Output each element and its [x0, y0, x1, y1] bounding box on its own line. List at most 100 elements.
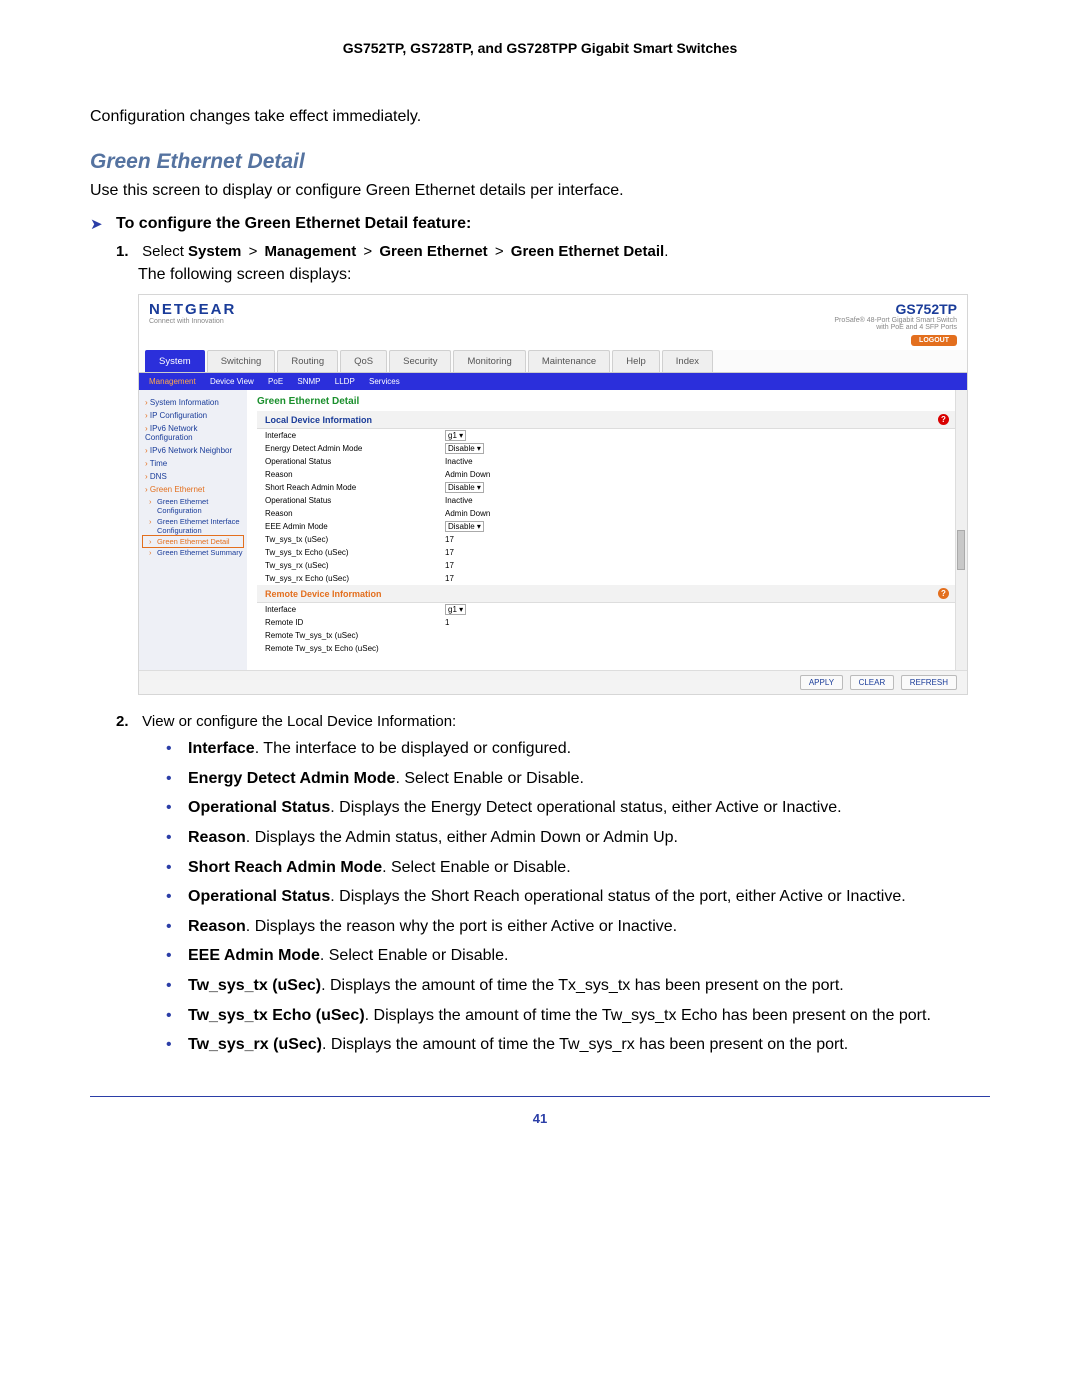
- row-label: Energy Detect Admin Mode: [265, 444, 445, 453]
- bullet-item: Interface. The interface to be displayed…: [188, 738, 990, 760]
- procedure-heading: ➤ To configure the Green Ethernet Detail…: [90, 215, 990, 233]
- sidebar-item-dns[interactable]: DNS: [143, 470, 243, 483]
- select-field[interactable]: g1 ▾: [445, 430, 466, 441]
- tab-switching[interactable]: Switching: [207, 350, 276, 372]
- bullet-item: Short Reach Admin Mode. Select Enable or…: [188, 857, 990, 879]
- subtab-poe[interactable]: PoE: [268, 377, 283, 386]
- bullet-term: Tw_sys_tx (uSec): [188, 977, 321, 994]
- bullet-desc: . Displays the amount of time the Tw_sys…: [322, 1036, 848, 1053]
- document-header: GS752TP, GS728TP, and GS728TPP Gigabit S…: [90, 40, 990, 56]
- main-tabs: System Switching Routing QoS Security Mo…: [139, 350, 967, 373]
- refresh-button[interactable]: REFRESH: [901, 675, 957, 690]
- local-info-title: Local Device Information: [265, 415, 372, 425]
- apply-button[interactable]: APPLY: [800, 675, 843, 690]
- row-value: Admin Down: [445, 509, 490, 518]
- sub-tabs: Management Device View PoE SNMP LLDP Ser…: [139, 373, 967, 390]
- bullet-term: Reason: [188, 829, 246, 846]
- step-number: 1.: [116, 243, 138, 260]
- sidebar-item-system-info[interactable]: System Information: [143, 396, 243, 409]
- bullet-desc: . Displays the Short Reach operational s…: [330, 888, 905, 905]
- row-label: Remote Tw_sys_tx Echo (uSec): [265, 644, 445, 653]
- scrollbar-thumb[interactable]: [957, 530, 965, 570]
- brand-logo: NETGEAR: [149, 301, 236, 318]
- row-label: Tw_sys_rx (uSec): [265, 561, 445, 570]
- bullet-desc: . Select Enable or Disable.: [395, 770, 584, 787]
- subtab-snmp[interactable]: SNMP: [297, 377, 320, 386]
- subtab-services[interactable]: Services: [369, 377, 400, 386]
- row-value: 17: [445, 548, 454, 557]
- breadcrumb-system: System: [188, 243, 241, 260]
- row-label: Tw_sys_tx Echo (uSec): [265, 548, 445, 557]
- row-value: Admin Down: [445, 470, 490, 479]
- subtab-device-view[interactable]: Device View: [210, 377, 254, 386]
- select-field[interactable]: g1 ▾: [445, 604, 466, 615]
- bullet-term: Tw_sys_tx Echo (uSec): [188, 1007, 365, 1024]
- tab-index[interactable]: Index: [662, 350, 713, 372]
- remote-info-title: Remote Device Information: [265, 589, 382, 599]
- sidebar-item-ipv6-neighbor[interactable]: IPv6 Network Neighbor: [143, 444, 243, 457]
- step-1-prefix: Select: [142, 243, 188, 260]
- main-panel: Green Ethernet Detail Local Device Infor…: [247, 390, 967, 670]
- select-field[interactable]: Disable ▾: [445, 443, 484, 454]
- breadcrumb-green-ethernet-detail: Green Ethernet Detail: [511, 243, 664, 260]
- section-heading: Green Ethernet Detail: [90, 150, 990, 174]
- tab-maintenance[interactable]: Maintenance: [528, 350, 610, 372]
- config-row: EEE Admin ModeDisable ▾: [257, 520, 957, 533]
- tab-qos[interactable]: QoS: [340, 350, 387, 372]
- bullet-item: Tw_sys_tx Echo (uSec). Displays the amou…: [188, 1005, 990, 1027]
- bullet-item: Operational Status. Displays the Energy …: [188, 797, 990, 819]
- sidebar-sub-ge-interface[interactable]: Green Ethernet Interface Configuration: [143, 516, 243, 536]
- config-row: Remote ID1: [257, 616, 957, 629]
- bullet-desc: . The interface to be displayed or confi…: [255, 740, 571, 757]
- subtab-lldp[interactable]: LLDP: [335, 377, 355, 386]
- bullet-desc: . Select Enable or Disable.: [320, 947, 509, 964]
- tab-help[interactable]: Help: [612, 350, 660, 372]
- help-icon[interactable]: ?: [938, 414, 949, 425]
- bullet-item: Reason. Displays the reason why the port…: [188, 916, 990, 938]
- row-label: Interface: [265, 605, 445, 614]
- footer-rule: [90, 1096, 990, 1097]
- config-row: Short Reach Admin ModeDisable ▾: [257, 481, 957, 494]
- tab-monitoring[interactable]: Monitoring: [453, 350, 525, 372]
- bullet-term: Reason: [188, 918, 246, 935]
- model-name: GS752TP: [834, 301, 957, 317]
- row-label: EEE Admin Mode: [265, 522, 445, 531]
- local-info-header: Local Device Information ?: [257, 411, 957, 429]
- step-1-after: The following screen displays:: [116, 266, 990, 284]
- clear-button[interactable]: CLEAR: [850, 675, 895, 690]
- sidebar-item-ipv6-net[interactable]: IPv6 Network Configuration: [143, 422, 243, 444]
- row-value: Inactive: [445, 457, 473, 466]
- tab-routing[interactable]: Routing: [277, 350, 338, 372]
- select-field[interactable]: Disable ▾: [445, 482, 484, 493]
- bullet-item: Energy Detect Admin Mode. Select Enable …: [188, 768, 990, 790]
- tab-security[interactable]: Security: [389, 350, 451, 372]
- sidebar-item-time[interactable]: Time: [143, 457, 243, 470]
- row-value: 17: [445, 561, 454, 570]
- config-row: ReasonAdmin Down: [257, 507, 957, 520]
- bullet-desc: . Displays the Energy Detect operational…: [330, 799, 841, 816]
- sidebar-sub-ge-summary[interactable]: Green Ethernet Summary: [143, 547, 243, 558]
- bullet-item: Tw_sys_rx (uSec). Displays the amount of…: [188, 1034, 990, 1056]
- config-row: Remote Tw_sys_tx Echo (uSec): [257, 642, 957, 655]
- sidebar-item-ip-config[interactable]: IP Configuration: [143, 409, 243, 422]
- select-field[interactable]: Disable ▾: [445, 521, 484, 532]
- step-2-text: View or configure the Local Device Infor…: [142, 713, 456, 730]
- sidebar-sub-ge-config[interactable]: Green Ethernet Configuration: [143, 496, 243, 516]
- chevron-icon: >: [360, 243, 375, 260]
- step-number: 2.: [116, 713, 138, 730]
- row-label: Tw_sys_rx Echo (uSec): [265, 574, 445, 583]
- tab-system[interactable]: System: [145, 350, 205, 372]
- page-number: 41: [90, 1111, 990, 1126]
- help-icon[interactable]: ?: [938, 588, 949, 599]
- config-row: Remote Tw_sys_tx (uSec): [257, 629, 957, 642]
- row-label: Operational Status: [265, 496, 445, 505]
- sidebar-item-green-ethernet[interactable]: Green Ethernet: [143, 483, 243, 496]
- config-row: Interfaceg1 ▾: [257, 429, 957, 442]
- model-desc-1: ProSafe® 48-Port Gigabit Smart Switch: [834, 317, 957, 324]
- scrollbar[interactable]: [955, 390, 967, 670]
- sidebar-sub-ge-detail[interactable]: Green Ethernet Detail: [143, 536, 243, 547]
- subtab-management[interactable]: Management: [149, 377, 196, 386]
- config-row: Interfaceg1 ▾: [257, 603, 957, 616]
- bullet-item: Tw_sys_tx (uSec). Displays the amount of…: [188, 975, 990, 997]
- logout-button[interactable]: LOGOUT: [911, 335, 957, 346]
